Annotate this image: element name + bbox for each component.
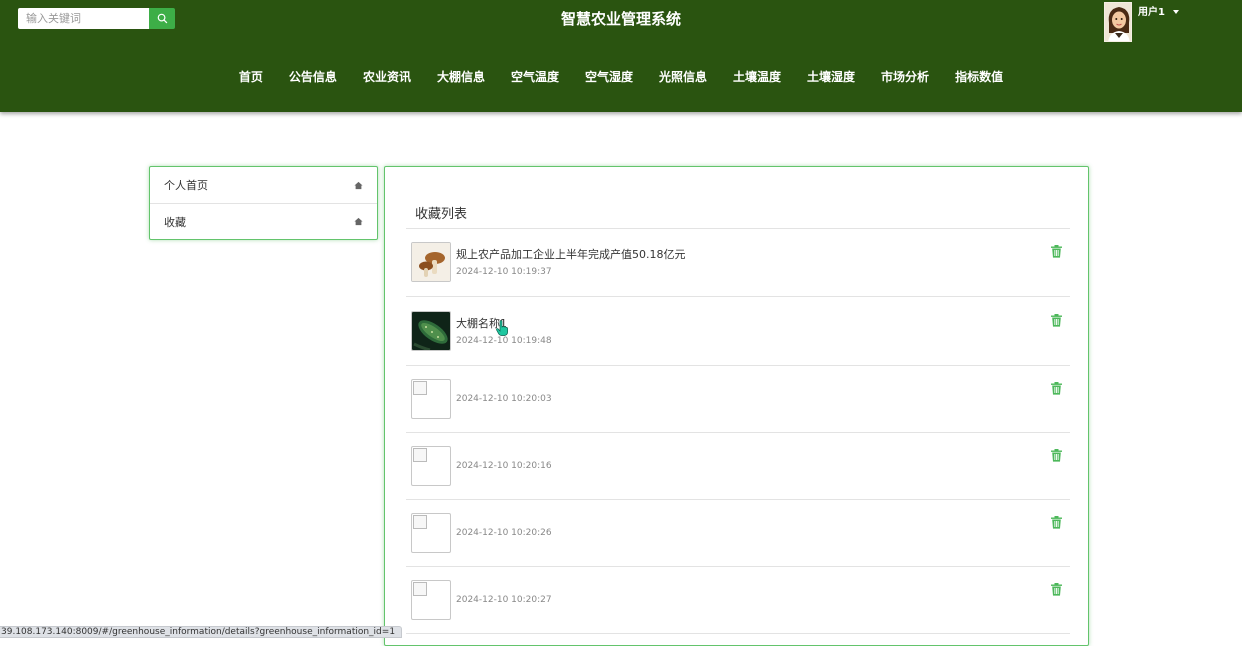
nav-item[interactable]: 土壤温度 <box>720 68 794 85</box>
sidebar-item-label: 个人首页 <box>164 179 208 192</box>
nav-item[interactable]: 光照信息 <box>646 68 720 85</box>
trash-icon[interactable] <box>1051 582 1062 596</box>
site-title: 智慧农业管理系统 <box>560 10 681 28</box>
nav-item[interactable]: 首页 <box>226 68 276 85</box>
favorite-item[interactable]: 2024-12-10 10:20:03 <box>406 366 1070 433</box>
search-input[interactable] <box>18 8 149 29</box>
favorite-time: 2024-12-10 10:20:16 <box>456 460 552 471</box>
favorite-title[interactable]: 大棚名称1 <box>456 315 507 331</box>
favorite-thumbnail[interactable] <box>411 310 451 351</box>
favorite-time: 2024-12-10 10:20:26 <box>456 527 552 538</box>
trash-icon[interactable] <box>1051 381 1062 395</box>
favorite-item[interactable]: 大棚名称1 2024-12-10 10:19:48 <box>406 297 1070 366</box>
user-menu[interactable]: 用户1 <box>1138 3 1179 18</box>
avatar-image <box>1105 3 1131 41</box>
home-icon <box>353 180 363 190</box>
site-title-wrap: 智慧农业管理系统 <box>0 8 1242 29</box>
broken-image-icon <box>413 514 427 529</box>
avatar[interactable] <box>1104 2 1132 42</box>
username: 用户1 <box>1138 7 1165 18</box>
nav-item[interactable]: 空气温度 <box>498 68 572 85</box>
caret-down-icon <box>1172 9 1179 14</box>
favorite-thumbnail[interactable] <box>411 242 451 282</box>
top-header: 智慧农业管理系统 用户1 首页公告信息农业资讯大棚信息空气温度空气湿度光照信息土… <box>0 0 1242 112</box>
favorite-thumbnail[interactable] <box>411 445 451 486</box>
nav-item[interactable]: 指标数值 <box>942 68 1016 85</box>
search-button[interactable] <box>149 8 175 29</box>
nav-item[interactable]: 大棚信息 <box>424 68 498 85</box>
sidebar-item-label: 收藏 <box>164 215 186 229</box>
favorites-list: 规上农产品加工企业上半年完成产值50.18亿元 2024-12-10 10:19:… <box>406 229 1070 634</box>
broken-image-icon <box>413 380 427 395</box>
search-icon <box>157 13 167 24</box>
favorite-item[interactable]: 规上农产品加工企业上半年完成产值50.18亿元 2024-12-10 10:19:… <box>406 229 1070 297</box>
trash-icon[interactable] <box>1051 245 1062 258</box>
sidebar: 个人首页 收藏 <box>149 166 378 240</box>
favorite-time: 2024-12-10 10:19:48 <box>456 335 552 346</box>
favorite-item[interactable]: 2024-12-10 10:20:27 <box>406 567 1070 634</box>
trash-icon[interactable] <box>1051 515 1062 529</box>
sidebar-item-profile[interactable]: 个人首页 <box>150 167 377 203</box>
nav-item[interactable]: 空气湿度 <box>572 68 646 85</box>
favorite-time: 2024-12-10 10:20:03 <box>456 393 552 404</box>
search-box <box>18 8 175 29</box>
favorite-title[interactable]: 规上农产品加工企业上半年完成产值50.18亿元 <box>456 246 686 262</box>
favorite-time: 2024-12-10 10:20:27 <box>456 594 552 605</box>
favorite-thumbnail[interactable] <box>411 378 451 419</box>
nav-item[interactable]: 土壤湿度 <box>794 68 868 85</box>
favorite-thumbnail[interactable] <box>411 579 451 620</box>
trash-icon[interactable] <box>1051 313 1062 327</box>
favorite-thumbnail[interactable] <box>411 512 451 553</box>
trash-icon[interactable] <box>1051 448 1062 462</box>
sidebar-item-favorites[interactable]: 收藏 <box>150 203 377 239</box>
favorite-item[interactable]: 2024-12-10 10:20:26 <box>406 500 1070 567</box>
favorite-item[interactable]: 2024-12-10 10:20:16 <box>406 433 1070 500</box>
favorites-panel: 收藏列表 规上农产品加工企业上半年完成产值50.18亿元 2024-12-10 1… <box>384 166 1089 646</box>
nav-item[interactable]: 公告信息 <box>276 68 350 85</box>
favorite-time: 2024-12-10 10:19:37 <box>456 267 552 277</box>
broken-image-icon <box>413 447 427 462</box>
main-nav: 首页 公告信息 农业资讯 大棚信息 空气温度 空气湿度 光照信息 土壤温度 土壤湿度 市场分析 指标… <box>0 68 1242 85</box>
broken-image-icon <box>413 581 427 596</box>
nav-item[interactable]: 农业资讯 <box>350 68 424 85</box>
favorites-title: 收藏列表 <box>415 207 468 222</box>
nav-item[interactable]: 市场分析 <box>868 68 942 85</box>
home-icon <box>353 217 363 227</box>
status-bar-url: 39.108.173.140:8009/#/greenhouse_informa… <box>0 626 403 638</box>
